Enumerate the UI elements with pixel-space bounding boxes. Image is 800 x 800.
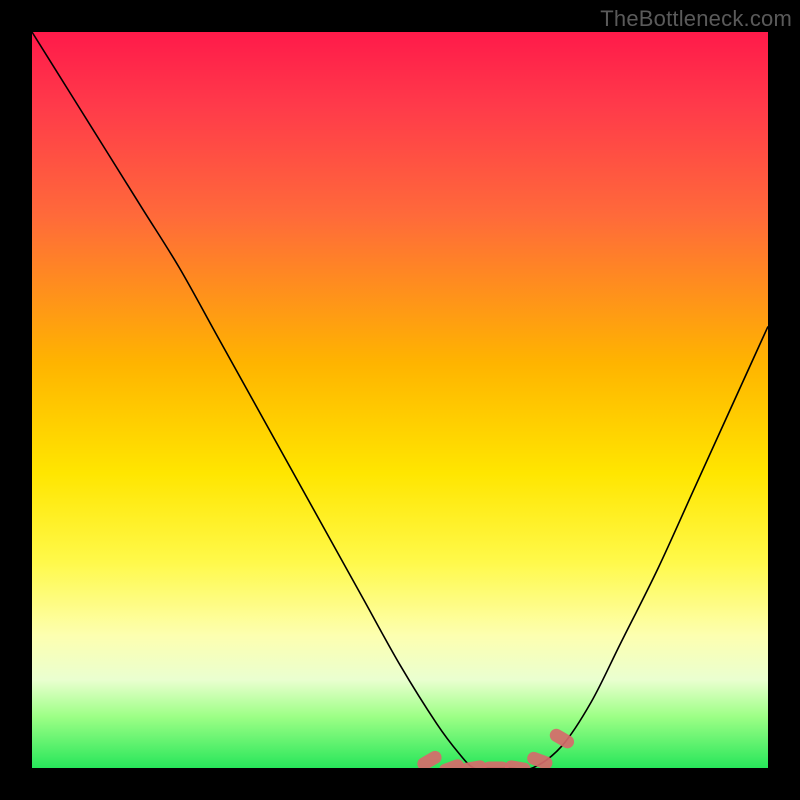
- valley-marker: [460, 759, 488, 768]
- bottleneck-curve: [32, 32, 768, 768]
- watermark-text: TheBottleneck.com: [600, 6, 792, 32]
- valley-marker: [483, 762, 509, 769]
- chart-svg: [32, 32, 768, 768]
- valley-marker: [547, 726, 576, 750]
- valley-marker: [415, 749, 444, 768]
- valley-marker: [525, 750, 554, 768]
- plot-area: [32, 32, 768, 768]
- marker-group: [415, 726, 576, 768]
- valley-marker: [437, 757, 466, 768]
- valley-marker: [504, 759, 532, 768]
